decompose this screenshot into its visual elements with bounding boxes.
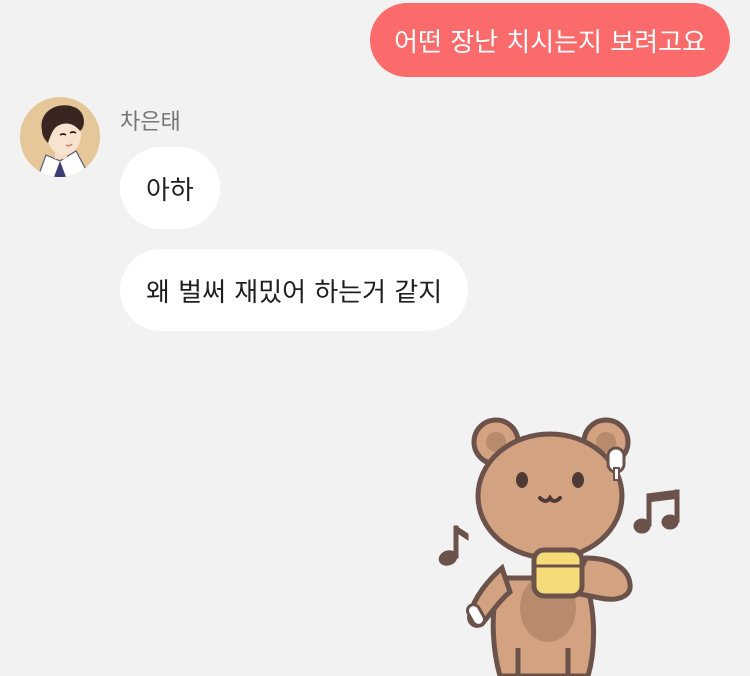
sender-avatar[interactable]: [20, 97, 100, 177]
incoming-message-bubble[interactable]: 왜 벌써 재밌어 하는거 같지: [120, 249, 469, 331]
sender-name: 차은태: [120, 110, 181, 135]
bear-with-earphones-sticker-icon: [438, 417, 680, 676]
bear-sticker[interactable]: [430, 408, 690, 676]
incoming-message-text: 아하: [146, 175, 194, 206]
outgoing-message-bubble[interactable]: 어떤 장난 치시는지 보려고요: [370, 3, 730, 77]
incoming-message-bubble[interactable]: 아하: [120, 147, 220, 229]
profile-avatar-icon: [20, 97, 100, 177]
incoming-message-text: 왜 벌써 재밌어 하는거 같지: [146, 277, 443, 308]
outgoing-message-text: 어떤 장난 치시는지 보려고요: [394, 27, 706, 58]
